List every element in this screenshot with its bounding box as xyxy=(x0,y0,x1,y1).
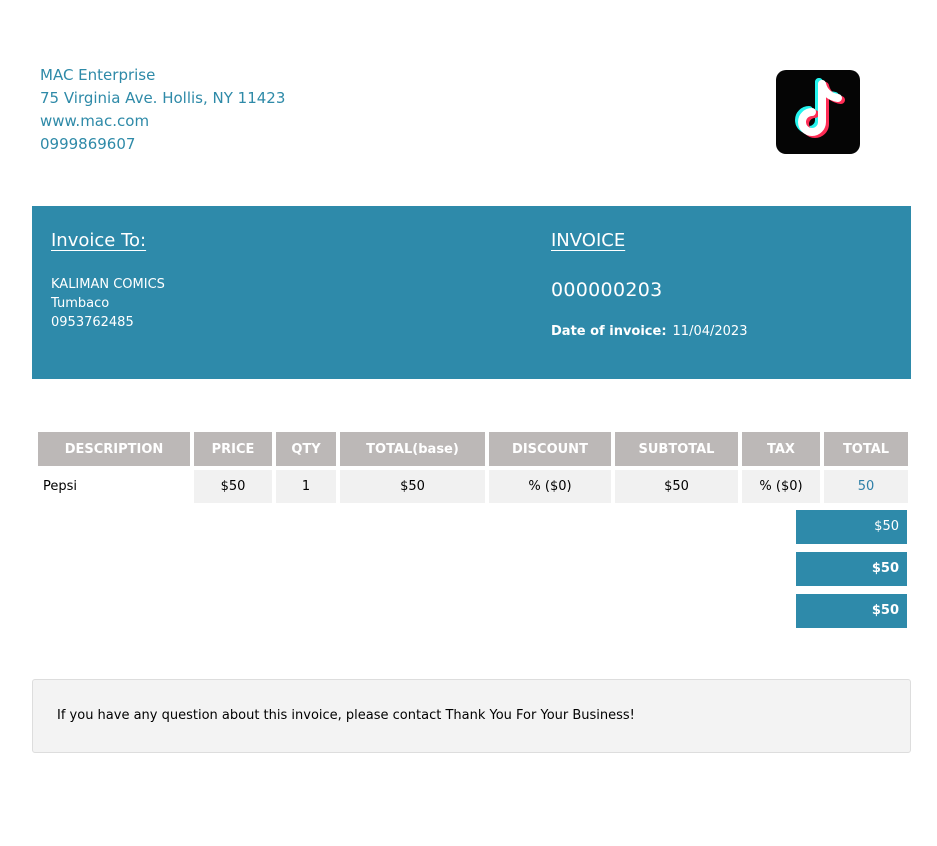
table-header-row: DESCRIPTION PRICE QTY TOTAL(base) DISCOU… xyxy=(38,432,908,466)
invoice-header-banner: Invoice To: KALIMAN COMICS Tumbaco 09537… xyxy=(32,206,911,379)
tiktok-logo-icon xyxy=(776,70,860,154)
invoice-heading: INVOICE xyxy=(551,230,626,251)
invoice-to-heading: Invoice To: xyxy=(51,230,147,251)
footer-note: If you have any question about this invo… xyxy=(32,679,911,753)
total-base-value: $50 xyxy=(796,510,907,544)
client-info: KALIMAN COMICS Tumbaco 0953762485 xyxy=(51,275,165,332)
subtotal-value: $50 xyxy=(796,552,907,586)
company-website: www.mac.com xyxy=(40,112,150,130)
cell-qty: 1 xyxy=(276,470,336,503)
total-base-label: Total(base) xyxy=(701,519,784,534)
column-header-tax: TAX xyxy=(742,432,820,466)
invoice-date-label: Date of invoice: xyxy=(551,324,667,339)
grand-total-value: $50 xyxy=(796,594,907,628)
invoice-date-value: 11/04/2023 xyxy=(672,324,748,339)
cell-description: Pepsi xyxy=(38,470,190,503)
column-header-total: TOTAL xyxy=(824,432,908,466)
column-header-qty: QTY xyxy=(276,432,336,466)
cell-total: 50 xyxy=(824,470,908,503)
cell-subtotal: $50 xyxy=(615,470,738,503)
invoice-number: 000000203 xyxy=(551,279,663,301)
company-address: 75 Virginia Ave. Hollis, NY 11423 xyxy=(40,89,286,107)
column-header-price: PRICE xyxy=(194,432,272,466)
cell-discount: % ($0) xyxy=(489,470,611,503)
column-header-subtotal: SUBTOTAL xyxy=(615,432,738,466)
subtotal-label: Subtotal xyxy=(721,561,784,576)
cell-total-base: $50 xyxy=(340,470,485,503)
company-phone: 0999869607 xyxy=(40,135,136,153)
company-name: MAC Enterprise xyxy=(40,66,156,84)
client-phone: 0953762485 xyxy=(51,315,134,330)
client-name: KALIMAN COMICS xyxy=(51,277,165,292)
table-row: Pepsi $50 1 $50 % ($0) $50 % ($0) 50 xyxy=(38,470,908,503)
items-table: DESCRIPTION PRICE QTY TOTAL(base) DISCOU… xyxy=(34,428,912,507)
cell-tax: % ($0) xyxy=(742,470,820,503)
cell-price: $50 xyxy=(194,470,272,503)
company-info: MAC Enterprise 75 Virginia Ave. Hollis, … xyxy=(40,64,285,156)
invoice-date: Date of invoice: 11/04/2023 xyxy=(551,324,747,339)
column-header-description: DESCRIPTION xyxy=(38,432,190,466)
grand-total-label: Grand Total xyxy=(699,603,784,618)
client-city: Tumbaco xyxy=(51,296,110,311)
column-header-discount: DISCOUNT xyxy=(489,432,611,466)
column-header-total-base: TOTAL(base) xyxy=(340,432,485,466)
